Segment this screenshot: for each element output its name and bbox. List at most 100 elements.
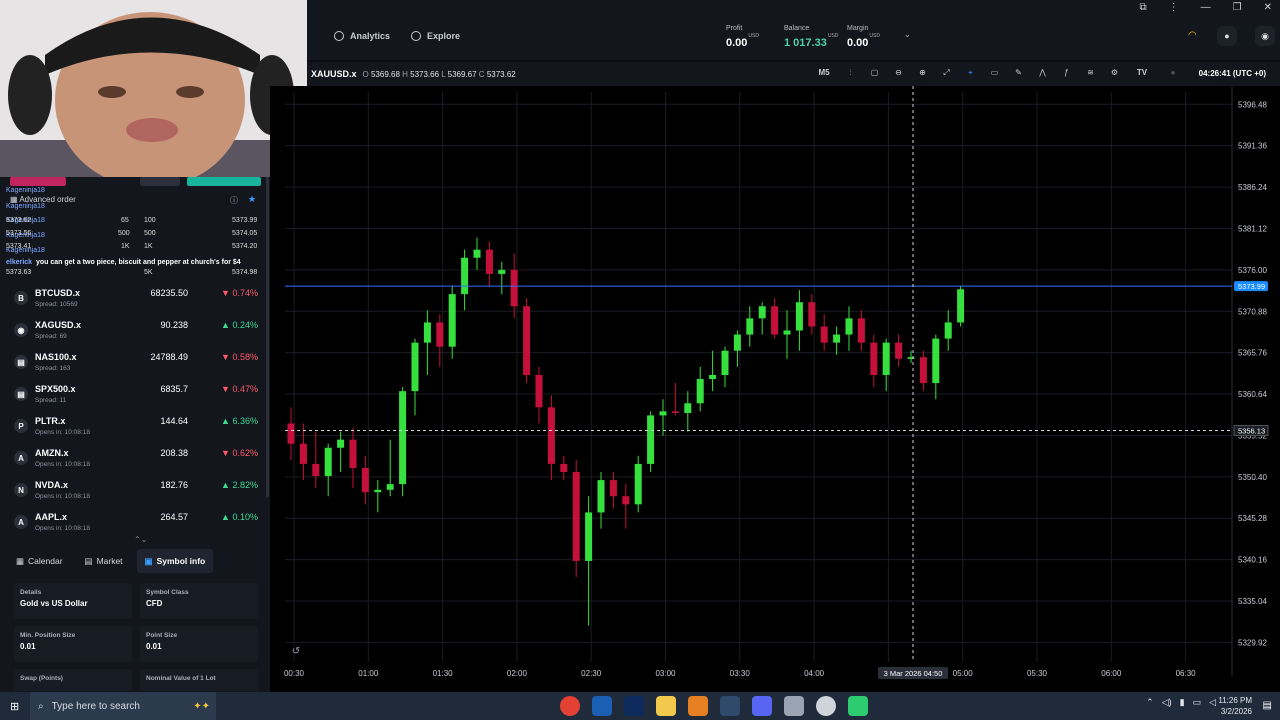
- app-icon[interactable]: [688, 696, 708, 716]
- price-tick-label: 5335.04: [1238, 597, 1267, 606]
- qty-field[interactable]: [140, 177, 180, 186]
- tab-market[interactable]: ▤ Market: [77, 549, 131, 573]
- chart-clock: 04:26:41 (UTC +0): [1198, 69, 1266, 78]
- price-tick-label: 5365.76: [1238, 349, 1267, 358]
- more-icon[interactable]: ⋮: [1169, 2, 1179, 13]
- folder-icon[interactable]: [656, 696, 676, 716]
- watchlist-row[interactable]: ▤ SPX500.x Spread: 11 6835.7 ▼ 0.47%: [8, 381, 262, 413]
- candle-body: [671, 411, 679, 413]
- watchlist-row[interactable]: N NVDA.x Opens in: 10:08:18 182.76 ▲ 2.82%: [8, 477, 262, 509]
- zoom-in-icon[interactable]: ⊕: [917, 68, 928, 78]
- chart-symbol[interactable]: XAUUSD.x: [311, 69, 357, 79]
- watchlist-row[interactable]: A AMZN.x Opens in: 10:08:18 208.38 ▼ 0.62%: [8, 445, 262, 477]
- nav-explore[interactable]: Explore: [411, 26, 460, 46]
- toggle-icon[interactable]: ●: [1164, 68, 1182, 78]
- network-icon[interactable]: ▭: [1193, 697, 1202, 708]
- candle-body: [411, 342, 419, 392]
- crosshair-icon[interactable]: ⌖: [965, 68, 976, 78]
- fx-icon[interactable]: ƒ: [1061, 68, 1072, 78]
- candle-body: [374, 489, 382, 493]
- symbol-sub: Spread: 10569: [35, 301, 78, 308]
- minimize-icon[interactable]: —: [1201, 2, 1211, 13]
- watchlist-row[interactable]: ◉ XAGUSD.x Spread: 69 90.238 ▲ 0.24%: [8, 317, 262, 349]
- price-tick-label: 5350.40: [1238, 473, 1267, 482]
- close-icon[interactable]: ✕: [1264, 2, 1272, 13]
- mic-icon[interactable]: ▮: [1180, 697, 1185, 708]
- layers-icon[interactable]: ≋: [1085, 68, 1096, 78]
- tradingview-icon[interactable]: TV: [1133, 68, 1151, 78]
- timeframe-button[interactable]: M5: [816, 68, 832, 78]
- windows-start-icon[interactable]: ⊞: [10, 700, 19, 713]
- chevron-down-icon[interactable]: ⌄: [904, 30, 911, 39]
- chart-canvas[interactable]: 5396.48 5391.36 5386.24 5381.12 5376.00 5370.…: [270, 86, 1280, 692]
- taskbar-clock[interactable]: 11:26 PM 3/2/2026: [1218, 695, 1252, 717]
- scrollbar[interactable]: [266, 177, 269, 497]
- symbol-price: 24788.49: [150, 352, 188, 362]
- time-tick-label: 00:30: [284, 669, 305, 678]
- price-tick-label: 5381.12: [1238, 224, 1267, 233]
- chrome-icon[interactable]: [560, 696, 580, 716]
- symbol-price: 208.38: [160, 448, 188, 458]
- square-icon[interactable]: ▢: [869, 68, 880, 78]
- candle-body: [783, 330, 791, 335]
- trading-app-icon[interactable]: [848, 696, 868, 716]
- price-chart[interactable]: 5396.48 5391.36 5386.24 5381.12 5376.00 5370.…: [270, 86, 1280, 692]
- symbol-sub: Spread: 163: [35, 365, 71, 372]
- discord-icon[interactable]: [752, 696, 772, 716]
- tab-calendar[interactable]: ▦ Calendar: [8, 549, 71, 573]
- arrow-up-icon: ▲: [221, 512, 233, 522]
- window-controls: ⧉ ⋮ — ❐ ✕: [1140, 2, 1273, 13]
- current-price-label: 5373.99: [1238, 282, 1265, 291]
- taskbar-search[interactable]: ⌕ Type here to search ✦✦: [30, 692, 216, 720]
- expand-icon[interactable]: ⌃⌄: [134, 535, 147, 544]
- sell-button[interactable]: [10, 177, 66, 186]
- info-icon[interactable]: ⓘ: [230, 195, 238, 206]
- ruler-icon[interactable]: ▭: [989, 68, 1000, 78]
- search-icon: ⌕: [38, 700, 44, 712]
- candle-body: [845, 318, 853, 335]
- extensions-icon[interactable]: ⧉: [1140, 2, 1147, 13]
- watchlist-row[interactable]: ▤ NAS100.x Spread: 163 24788.49 ▼ 0.58%: [8, 349, 262, 381]
- user-icon[interactable]: ◉: [1255, 26, 1275, 46]
- price-tick-label: 5360.64: [1238, 390, 1267, 399]
- chevron-up-icon[interactable]: ⌃: [1146, 697, 1154, 708]
- steam-icon[interactable]: [720, 696, 740, 716]
- watchlist-row[interactable]: B BTCUSD.x Spread: 10569 68235.50 ▼ 0.74%: [8, 285, 262, 317]
- pencil-icon[interactable]: ✎: [1013, 68, 1024, 78]
- arrow-down-icon: ▼: [221, 384, 233, 394]
- fullscreen-icon[interactable]: ⤢: [941, 68, 952, 78]
- obs-icon[interactable]: [816, 696, 836, 716]
- zoom-out-icon[interactable]: ⊖: [893, 68, 904, 78]
- candle-body: [473, 249, 481, 258]
- candle-body: [572, 472, 580, 561]
- ohlc-readout: O 5369.68 H 5373.66 L 5369.67 C 5373.62: [362, 69, 516, 79]
- v-app-icon[interactable]: [592, 696, 612, 716]
- photoshop-icon[interactable]: [624, 696, 644, 716]
- webcam-image: [0, 0, 307, 177]
- buy-button[interactable]: [187, 177, 261, 186]
- candle-body: [758, 306, 766, 319]
- candles-icon[interactable]: ⫶: [845, 68, 856, 78]
- watchlist-row[interactable]: P PLTR.x Opens in: 10:08:18 144.64 ▲ 6.36%: [8, 413, 262, 445]
- gear-icon[interactable]: ⚙: [1109, 68, 1120, 78]
- symbol-sub: Spread: 11: [35, 397, 67, 404]
- star-icon[interactable]: ★: [248, 194, 256, 205]
- nav-analytics[interactable]: Analytics: [334, 26, 390, 46]
- speaker-icon[interactable]: ◁): [1162, 697, 1172, 708]
- volume-icon[interactable]: ◁: [1209, 697, 1216, 708]
- tab-symbol-info[interactable]: ▣ Symbol info: [136, 549, 214, 573]
- chart-header: XAUUSD.x O 5369.68 H 5373.66 L 5369.67 C…: [307, 62, 1280, 86]
- window-icon[interactable]: [784, 696, 804, 716]
- bell-icon[interactable]: ●: [1217, 26, 1237, 46]
- price-tick-label: 5386.24: [1238, 183, 1267, 192]
- arrow-down-icon: ▼: [221, 288, 233, 298]
- restore-icon[interactable]: ❐: [1233, 2, 1242, 13]
- symbol-icon: P: [14, 419, 28, 433]
- symbol-change: ▲ 0.24%: [221, 320, 258, 330]
- notification-icon[interactable]: ▤: [1263, 700, 1272, 711]
- calendar-icon: ▦: [16, 555, 25, 566]
- reset-icon[interactable]: ↺: [292, 646, 300, 657]
- indicator-icon[interactable]: ⋀: [1037, 68, 1048, 78]
- symbol-price: 144.64: [160, 416, 188, 426]
- symbol-sub: Opens in: 10:08:18: [35, 525, 90, 532]
